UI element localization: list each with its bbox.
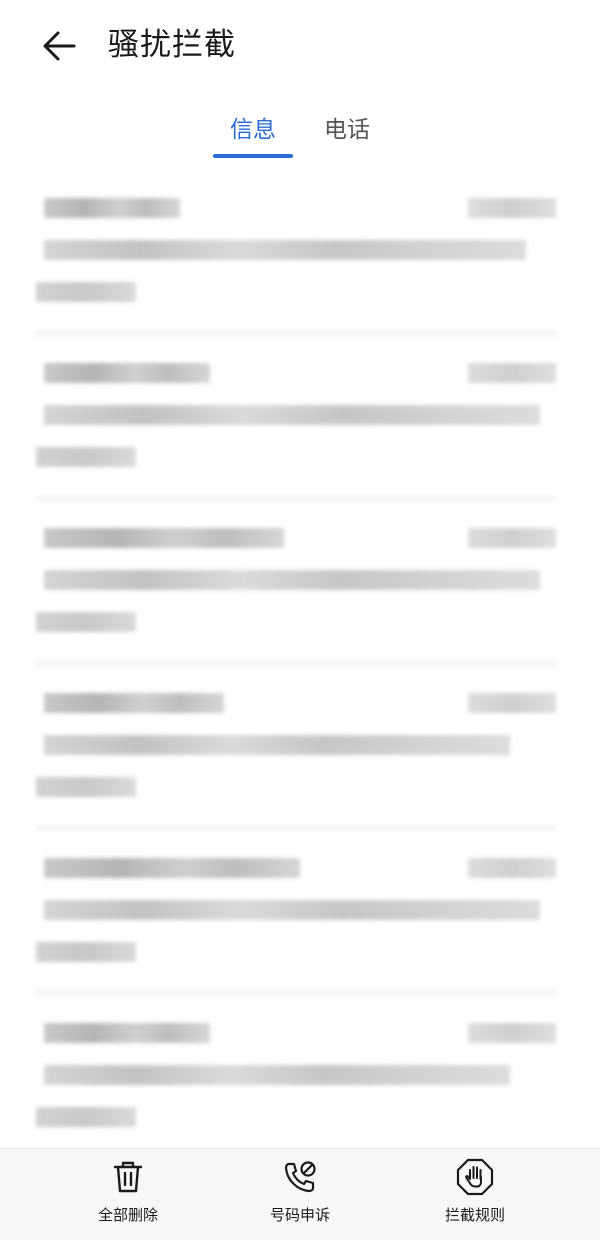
tab-calls[interactable]: 电话 xyxy=(308,108,386,160)
redacted-time xyxy=(468,198,556,218)
redacted-sender xyxy=(44,693,224,713)
redacted-sender xyxy=(44,1023,210,1043)
row-divider xyxy=(36,825,556,831)
redacted-sender xyxy=(44,198,180,218)
delete-all-button[interactable]: 全部删除 xyxy=(58,1157,198,1237)
number-appeal-label: 号码申诉 xyxy=(269,1206,330,1224)
list-item[interactable] xyxy=(0,190,600,340)
app-header: 骚扰拦截 xyxy=(0,0,600,92)
trash-icon xyxy=(113,1161,143,1193)
bottom-action-bar: 全部删除 号码申诉 拦截规则 xyxy=(0,1148,600,1240)
tab-bar: 信息 电话 xyxy=(0,108,600,160)
active-tab-indicator xyxy=(213,154,293,158)
redacted-time xyxy=(468,363,556,383)
phone-appeal-icon xyxy=(284,1161,316,1193)
redacted-time xyxy=(468,858,556,878)
list-item[interactable] xyxy=(0,850,600,1000)
redacted-time xyxy=(468,693,556,713)
redacted-sender xyxy=(44,528,284,548)
delete-all-label: 全部删除 xyxy=(97,1206,158,1224)
redacted-time xyxy=(468,1023,556,1043)
hand-stop-icon xyxy=(456,1158,494,1196)
list-item[interactable] xyxy=(0,520,600,670)
redacted-preview xyxy=(36,447,136,467)
redacted-preview xyxy=(44,900,540,920)
page-title: 骚扰拦截 xyxy=(108,27,236,63)
row-divider xyxy=(36,660,556,666)
redacted-preview xyxy=(36,942,136,962)
arrow-left-icon xyxy=(43,31,76,61)
number-appeal-button[interactable]: 号码申诉 xyxy=(230,1157,370,1237)
row-divider xyxy=(36,990,556,996)
redacted-preview xyxy=(44,240,526,260)
redacted-preview xyxy=(36,282,136,302)
list-item[interactable] xyxy=(0,355,600,505)
row-divider xyxy=(36,330,556,336)
redacted-preview xyxy=(44,1065,510,1085)
row-divider xyxy=(36,495,556,501)
list-item[interactable] xyxy=(0,1015,600,1165)
redacted-preview xyxy=(36,777,136,797)
block-rules-button[interactable]: 拦截规则 xyxy=(405,1157,545,1237)
redacted-sender xyxy=(44,363,210,383)
redacted-sender xyxy=(44,858,300,878)
redacted-preview xyxy=(36,612,136,632)
redacted-preview xyxy=(44,405,540,425)
tab-messages[interactable]: 信息 xyxy=(212,108,294,160)
redacted-preview xyxy=(44,735,510,755)
back-button[interactable] xyxy=(36,22,84,70)
redacted-preview xyxy=(36,1107,136,1127)
redacted-time xyxy=(468,528,556,548)
list-item[interactable] xyxy=(0,685,600,835)
redacted-preview xyxy=(44,570,540,590)
block-rules-label: 拦截规则 xyxy=(444,1206,505,1224)
